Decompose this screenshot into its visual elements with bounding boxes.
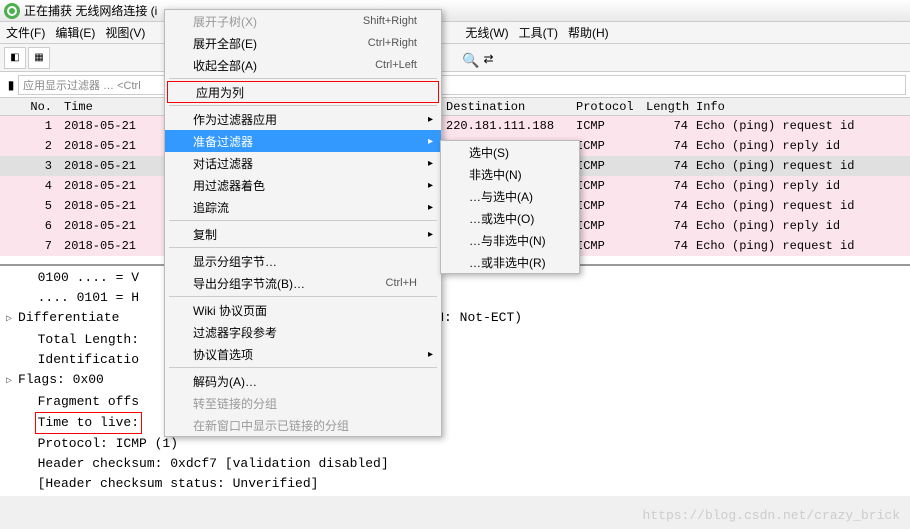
ctx-item[interactable]: 显示分组字节… xyxy=(165,250,441,272)
table-row[interactable]: 12018-05-21220.181.111.188ICMP74Echo (pi… xyxy=(0,116,910,136)
ctx-item[interactable]: 应用为列 xyxy=(167,81,439,103)
submenu-item[interactable]: …与非选中(N) xyxy=(441,229,579,251)
detail-line[interactable]: .... 0101 = H xyxy=(2,288,908,308)
menu-bar: 文件(F) 编辑(E) 视图(V) 无线(W) 工具(T) 帮助(H) xyxy=(0,22,910,44)
ctx-item[interactable]: 用过滤器着色 xyxy=(165,174,441,196)
zoom-toggle-icon[interactable]: ⇄ xyxy=(483,52,493,69)
context-menu[interactable]: 展开子树(X)Shift+Right展开全部(E)Ctrl+Right收起全部(… xyxy=(164,9,442,437)
detail-line[interactable]: Total Length: xyxy=(2,330,908,350)
col-time[interactable]: Time xyxy=(60,100,160,114)
ctx-item[interactable]: 协议首选项 xyxy=(165,343,441,365)
col-len[interactable]: Length xyxy=(642,100,692,114)
find-icons: 🔍 ⇄ xyxy=(462,52,494,69)
zoom-icon[interactable]: 🔍 xyxy=(462,52,479,69)
menu-wireless[interactable]: 无线(W) xyxy=(465,24,508,41)
detail-line[interactable]: Identificatio xyxy=(2,350,908,370)
menu-tools[interactable]: 工具(T) xyxy=(519,24,558,41)
ctx-item[interactable]: 解码为(A)… xyxy=(165,370,441,392)
detail-line[interactable]: Fragment offs xyxy=(2,392,908,412)
watermark: https://blog.csdn.net/crazy_brick xyxy=(643,508,900,523)
ctx-item[interactable]: 展开全部(E)Ctrl+Right xyxy=(165,32,441,54)
detail-line[interactable]: Flags: 0x00 xyxy=(2,370,908,392)
detail-line[interactable]: Differentiate50, ECN: Not-ECT) xyxy=(2,308,908,330)
window-title: 正在捕获 无线网络连接 (i xyxy=(24,2,157,19)
toolbar-btn-2[interactable]: ▦ xyxy=(28,47,50,69)
col-proto[interactable]: Protocol xyxy=(572,100,642,114)
ctx-item[interactable]: 导出分组字节流(B)…Ctrl+H xyxy=(165,272,441,294)
detail-line[interactable]: Protocol: ICMP (1) xyxy=(2,434,908,454)
detail-line[interactable]: Header checksum: 0xdcf7 [validation disa… xyxy=(2,454,908,474)
ctx-item[interactable]: 过滤器字段参考 xyxy=(165,321,441,343)
submenu-item[interactable]: …与选中(A) xyxy=(441,185,579,207)
toolbar-btn-1[interactable]: ◧ xyxy=(4,47,26,69)
submenu-item[interactable]: 选中(S) xyxy=(441,141,579,163)
submenu-prepare-filter[interactable]: 选中(S)非选中(N)…与选中(A)…或选中(O)…与非选中(N)…或非选中(R… xyxy=(440,140,580,274)
col-no[interactable]: No. xyxy=(0,100,60,114)
submenu-item[interactable]: …或非选中(R) xyxy=(441,251,579,273)
detail-line[interactable]: [Header checksum status: Unverified] xyxy=(2,474,908,494)
ctx-item[interactable]: 作为过滤器应用 xyxy=(165,108,441,130)
ctx-item[interactable]: 对话过滤器 xyxy=(165,152,441,174)
menu-help[interactable]: 帮助(H) xyxy=(568,24,609,41)
filter-placeholder: 应用显示过滤器 … <Ctrl xyxy=(23,77,141,93)
ctx-item[interactable]: Wiki 协议页面 xyxy=(165,299,441,321)
submenu-item[interactable]: 非选中(N) xyxy=(441,163,579,185)
filter-bar: ▮ 应用显示过滤器 … <Ctrl xyxy=(0,72,910,98)
filter-input[interactable]: 应用显示过滤器 … <Ctrl xyxy=(18,75,906,95)
menu-view[interactable]: 视图(V) xyxy=(105,24,145,41)
detail-ttl[interactable]: Time to live: xyxy=(2,412,908,434)
col-info[interactable]: Info xyxy=(692,100,910,114)
menu-file[interactable]: 文件(F) xyxy=(6,24,45,41)
ctx-item: 在新窗口中显示已链接的分组 xyxy=(165,414,441,436)
ctx-item[interactable]: 复制 xyxy=(165,223,441,245)
menu-edit[interactable]: 编辑(E) xyxy=(55,24,95,41)
submenu-item[interactable]: …或选中(O) xyxy=(441,207,579,229)
ctx-item[interactable]: 准备过滤器 xyxy=(165,130,441,152)
title-bar: 正在捕获 无线网络连接 (i xyxy=(0,0,910,22)
wireshark-icon xyxy=(4,3,20,19)
ctx-item: 转至链接的分组 xyxy=(165,392,441,414)
col-dest[interactable]: Destination xyxy=(442,100,572,114)
details-pane[interactable]: 0100 .... = V .... 0101 = H Differentiat… xyxy=(0,266,910,496)
toolbar: ◧ ▦ xyxy=(0,44,910,72)
table-header: No. Time Destination Protocol Length Inf… xyxy=(0,98,910,116)
filter-bookmark-icon[interactable]: ▮ xyxy=(4,78,18,92)
ctx-item[interactable]: 追踪流 xyxy=(165,196,441,218)
ctx-item[interactable]: 收起全部(A)Ctrl+Left xyxy=(165,54,441,76)
ctx-item: 展开子树(X)Shift+Right xyxy=(165,10,441,32)
